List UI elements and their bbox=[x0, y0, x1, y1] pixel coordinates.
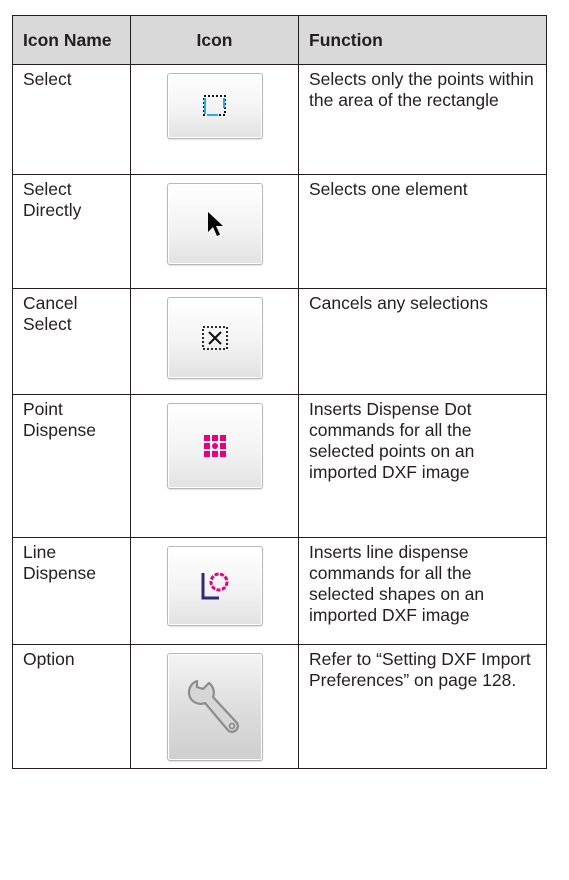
row-function: Inserts Dispense Dot commands for all th… bbox=[298, 394, 547, 538]
row-name: Cancel Select bbox=[12, 288, 131, 395]
table-row: Option Refer to “Setting DXF Import Pref… bbox=[12, 644, 547, 769]
table-row: Select Directly Selects one element bbox=[12, 174, 547, 289]
row-function: Selects only the points within the area … bbox=[298, 64, 547, 175]
row-name: Point Dispense bbox=[12, 394, 131, 538]
row-function: Cancels any selections bbox=[298, 288, 547, 395]
icon-function-table: Icon Name Icon Function Select Selects o… bbox=[12, 15, 547, 769]
header-row: Icon Name Icon Function bbox=[12, 15, 547, 65]
cancel-select-button[interactable] bbox=[166, 297, 263, 379]
select-directly-button[interactable] bbox=[166, 183, 263, 265]
header-function: Function bbox=[298, 15, 547, 65]
row-name: Select Directly bbox=[12, 174, 131, 289]
row-name: Select bbox=[12, 64, 131, 175]
row-function: Refer to “Setting DXF Import Preferences… bbox=[298, 644, 547, 769]
header-icon-name: Icon Name bbox=[12, 15, 131, 65]
wrench-icon bbox=[187, 679, 239, 733]
table-row: Select Selects only the points within th… bbox=[12, 64, 547, 175]
select-button[interactable] bbox=[166, 73, 263, 139]
line-circle-icon bbox=[201, 572, 228, 600]
line-dispense-button[interactable] bbox=[166, 546, 263, 626]
row-function: Inserts line dispense commands for all t… bbox=[298, 537, 547, 645]
arrow-pointer-icon bbox=[207, 212, 223, 236]
select-rectangle-icon bbox=[202, 95, 226, 116]
row-function: Selects one element bbox=[298, 174, 547, 289]
row-name: Line Dispense bbox=[12, 537, 131, 645]
row-name: Option bbox=[12, 644, 131, 769]
table-row: Point Dispense Inserts Dispense Dot comm… bbox=[12, 394, 547, 538]
table-row: Line Dispense Inserts line dispense comm… bbox=[12, 537, 547, 645]
header-icon: Icon bbox=[130, 15, 299, 65]
cancel-select-icon bbox=[201, 326, 228, 350]
table-row: Cancel Select Cancels any selections bbox=[12, 288, 547, 395]
option-button[interactable] bbox=[166, 653, 263, 761]
dot-grid-icon bbox=[203, 435, 226, 457]
point-dispense-button[interactable] bbox=[166, 403, 263, 489]
